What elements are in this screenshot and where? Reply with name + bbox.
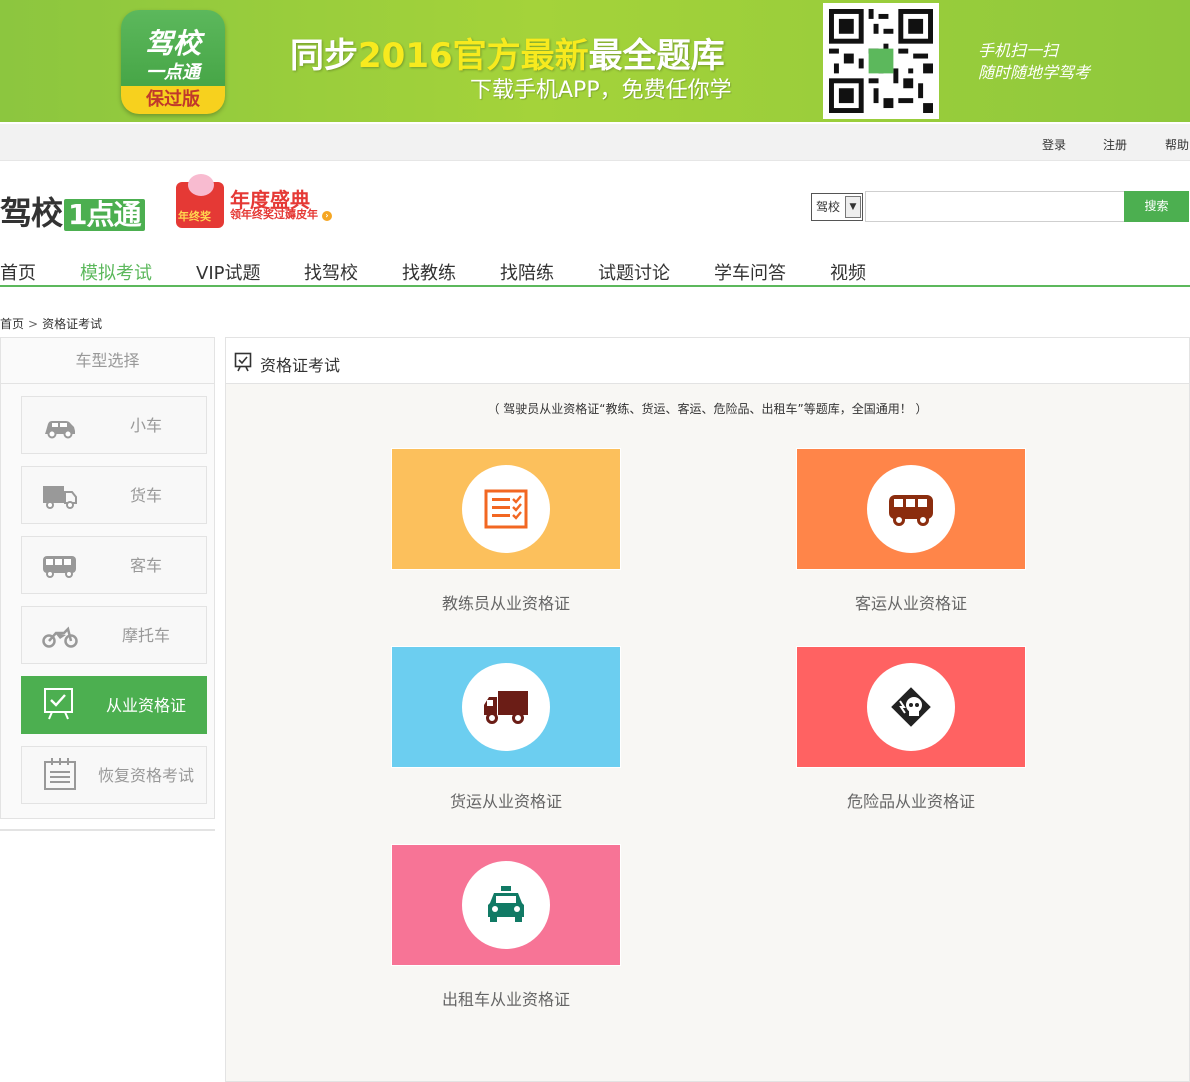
exam-card-4[interactable] bbox=[391, 844, 621, 966]
nav-item-1[interactable]: 模拟考试 bbox=[80, 259, 152, 285]
banner-subline: 下载手机APP，免费任你学 bbox=[470, 78, 732, 103]
nav-item-4[interactable]: 找教练 bbox=[402, 259, 456, 285]
app-logo-subtitle: 一点通 bbox=[146, 62, 200, 83]
certificate-icon bbox=[42, 687, 78, 720]
sidebar-item-label: 从业资格证 bbox=[105, 696, 186, 715]
panel-title: 资格证考试 bbox=[260, 356, 341, 375]
certificate-icon bbox=[234, 352, 254, 376]
exam-card-label[interactable]: 出租车从业资格证 bbox=[391, 986, 621, 1010]
bus-icon bbox=[867, 465, 955, 553]
exam-card-3[interactable] bbox=[796, 646, 1026, 768]
search-input[interactable] bbox=[865, 191, 1125, 222]
sidebar-item-label: 货车 bbox=[129, 486, 162, 505]
nav-item-2[interactable]: VIP试题 bbox=[196, 259, 260, 285]
certificate-exam-panel: 资格证考试 （ 驾驶员从业资格证“教练、货运、客运、危险品、出租车”等题库，全国… bbox=[225, 337, 1190, 1082]
banner-headline: 同步2016官方最新最全题库 bbox=[290, 36, 725, 76]
search-bar: 驾校 ▼ 搜索 bbox=[811, 191, 1189, 222]
nav-item-0[interactable]: 首页 bbox=[0, 259, 36, 285]
app-logo-icon: 驾校 一点通 保过版 bbox=[121, 10, 225, 114]
calendar-icon bbox=[42, 757, 78, 790]
sidebar-item-5[interactable]: 恢复资格考试 bbox=[21, 746, 207, 804]
nav-item-3[interactable]: 找驾校 bbox=[304, 259, 358, 285]
sidebar-item-2[interactable]: 客车 bbox=[21, 536, 207, 594]
app-download-banner[interactable]: 驾校 一点通 保过版 同步2016官方最新最全题库 下载手机APP，免费任你学 … bbox=[0, 0, 1190, 122]
main-nav: 首页 模拟考试 VIP试题 找驾校 找教练 找陪练 试题讨论 学车问答 视频 bbox=[0, 255, 1190, 287]
chevron-down-icon: ▼ bbox=[845, 196, 861, 218]
app-logo-badge: 保过版 bbox=[121, 86, 225, 114]
exam-card-label[interactable]: 危险品从业资格证 bbox=[796, 788, 1026, 812]
sidebar-item-label: 恢复资格考试 bbox=[97, 766, 194, 785]
taxi-icon bbox=[462, 861, 550, 949]
top-utility-bar: 登录 注册 帮助 bbox=[0, 124, 1190, 161]
vehicle-type-sidebar: 车型选择 小车货车客车摩托车从业资格证恢复资格考试 bbox=[0, 337, 215, 819]
nav-item-6[interactable]: 试题讨论 bbox=[598, 259, 670, 285]
breadcrumb-home[interactable]: 首页 bbox=[0, 317, 24, 331]
sidebar-item-0[interactable]: 小车 bbox=[21, 396, 207, 454]
register-link[interactable]: 注册 bbox=[1103, 136, 1127, 153]
checklist-icon bbox=[462, 465, 550, 553]
app-logo-title: 驾校 bbox=[144, 27, 201, 60]
exam-card-2[interactable] bbox=[391, 646, 621, 768]
exam-card-label[interactable]: 客运从业资格证 bbox=[796, 590, 1026, 614]
sidebar-item-label: 摩托车 bbox=[121, 626, 170, 645]
sidebar-title: 车型选择 bbox=[1, 338, 214, 384]
exam-card-label[interactable]: 货运从业资格证 bbox=[391, 788, 621, 812]
bus-icon bbox=[42, 551, 78, 581]
exam-card-1[interactable] bbox=[796, 448, 1026, 570]
sidebar-item-label: 客车 bbox=[129, 556, 162, 575]
panel-note: （ 驾驶员从业资格证“教练、货运、客运、危险品、出租车”等题库，全国通用！ ） bbox=[487, 402, 928, 416]
sidebar-item-label: 小车 bbox=[129, 416, 162, 435]
car-icon bbox=[42, 411, 78, 441]
motorcycle-icon bbox=[42, 621, 78, 651]
sidebar-item-4[interactable]: 从业资格证 bbox=[21, 676, 207, 734]
breadcrumb-separator: > bbox=[28, 317, 39, 331]
exam-card-label[interactable]: 教练员从业资格证 bbox=[391, 590, 621, 614]
search-button[interactable]: 搜索 bbox=[1124, 191, 1189, 222]
search-category-select[interactable]: 驾校 ▼ bbox=[811, 193, 863, 221]
truck-icon bbox=[462, 663, 550, 751]
qr-caption: 手机扫一扫 随时随地学驾考 bbox=[978, 41, 1091, 82]
truck-icon bbox=[42, 481, 78, 511]
red-envelope-icon: 年终奖 bbox=[176, 174, 224, 228]
help-link[interactable]: 帮助 bbox=[1165, 136, 1189, 153]
breadcrumb-current: 资格证考试 bbox=[42, 317, 103, 331]
sidebar-item-3[interactable]: 摩托车 bbox=[21, 606, 207, 664]
hazard-skull-icon bbox=[867, 663, 955, 751]
panel-header: 资格证考试 bbox=[226, 338, 1189, 384]
annual-event-promo[interactable]: 年终奖 年度盛典 领年终奖过薅皮年 › bbox=[170, 172, 350, 230]
exam-card-0[interactable] bbox=[391, 448, 621, 570]
sidebar-divider bbox=[0, 829, 215, 831]
breadcrumb: 首页 > 资格证考试 bbox=[0, 315, 102, 332]
nav-item-5[interactable]: 找陪练 bbox=[500, 259, 554, 285]
nav-item-7[interactable]: 学车问答 bbox=[714, 259, 786, 285]
login-link[interactable]: 登录 bbox=[1042, 136, 1066, 153]
promo-subtitle: 领年终奖过薅皮年 › bbox=[230, 206, 332, 222]
sidebar-item-1[interactable]: 货车 bbox=[21, 466, 207, 524]
qr-code-icon bbox=[823, 3, 939, 119]
site-logo[interactable]: 驾校 1点通 bbox=[0, 188, 145, 234]
nav-item-8[interactable]: 视频 bbox=[830, 259, 866, 285]
